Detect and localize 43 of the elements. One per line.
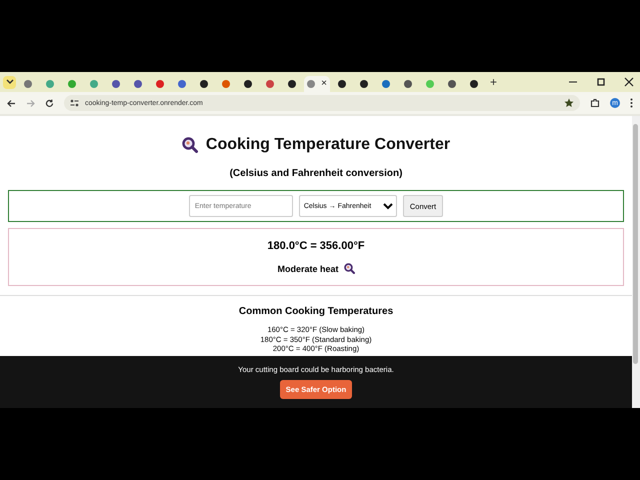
site-icon (307, 80, 316, 88)
result-value: 180.0°C = 356.00°F (267, 240, 365, 252)
site-icon (404, 80, 412, 88)
new-tab-button[interactable]: + (490, 75, 498, 89)
site-icon (222, 80, 230, 88)
site-icon (24, 80, 32, 88)
page-title: Cooking Temperature Converter (206, 136, 450, 154)
menu-icon[interactable] (630, 98, 633, 108)
site-icon (68, 80, 76, 88)
site-icon (266, 80, 274, 88)
site-icon (156, 80, 164, 88)
site-icon (338, 80, 346, 88)
scrollbar-thumb[interactable] (633, 124, 638, 364)
site-icon (448, 80, 456, 88)
heat-level-label: Moderate heat (277, 264, 338, 274)
site-icon (200, 80, 208, 88)
site-icon (382, 80, 390, 88)
back-icon[interactable] (7, 98, 16, 108)
site-icon (178, 80, 186, 88)
extensions-icon[interactable] (590, 98, 600, 108)
close-tab-button[interactable]: × (321, 79, 327, 89)
site-icon (46, 80, 54, 88)
site-icon (426, 80, 434, 88)
bookmark-star-icon[interactable] (564, 98, 574, 108)
site-icon (112, 80, 120, 88)
tab-search-button[interactable] (3, 76, 16, 88)
site-icon (288, 80, 296, 88)
caret-icon (6, 79, 14, 85)
section-heading: Common Cooking Temperatures (238, 306, 394, 317)
site-icon (244, 80, 252, 88)
close-icon[interactable] (624, 77, 634, 87)
site-icon (90, 80, 98, 88)
site-icon (134, 80, 142, 88)
magnifier-icon (344, 263, 354, 274)
site-icon (470, 80, 478, 88)
browser-tab[interactable]: × (304, 76, 330, 92)
page-subtitle: (Celsius and Fahrenheit conversion) (230, 168, 402, 179)
site-settings-icon[interactable] (70, 99, 79, 107)
scrollbar[interactable] (632, 116, 640, 408)
restore-icon[interactable] (596, 77, 606, 87)
reload-icon[interactable] (45, 98, 54, 108)
site-icon (360, 80, 368, 88)
magnifier-icon (182, 137, 198, 153)
